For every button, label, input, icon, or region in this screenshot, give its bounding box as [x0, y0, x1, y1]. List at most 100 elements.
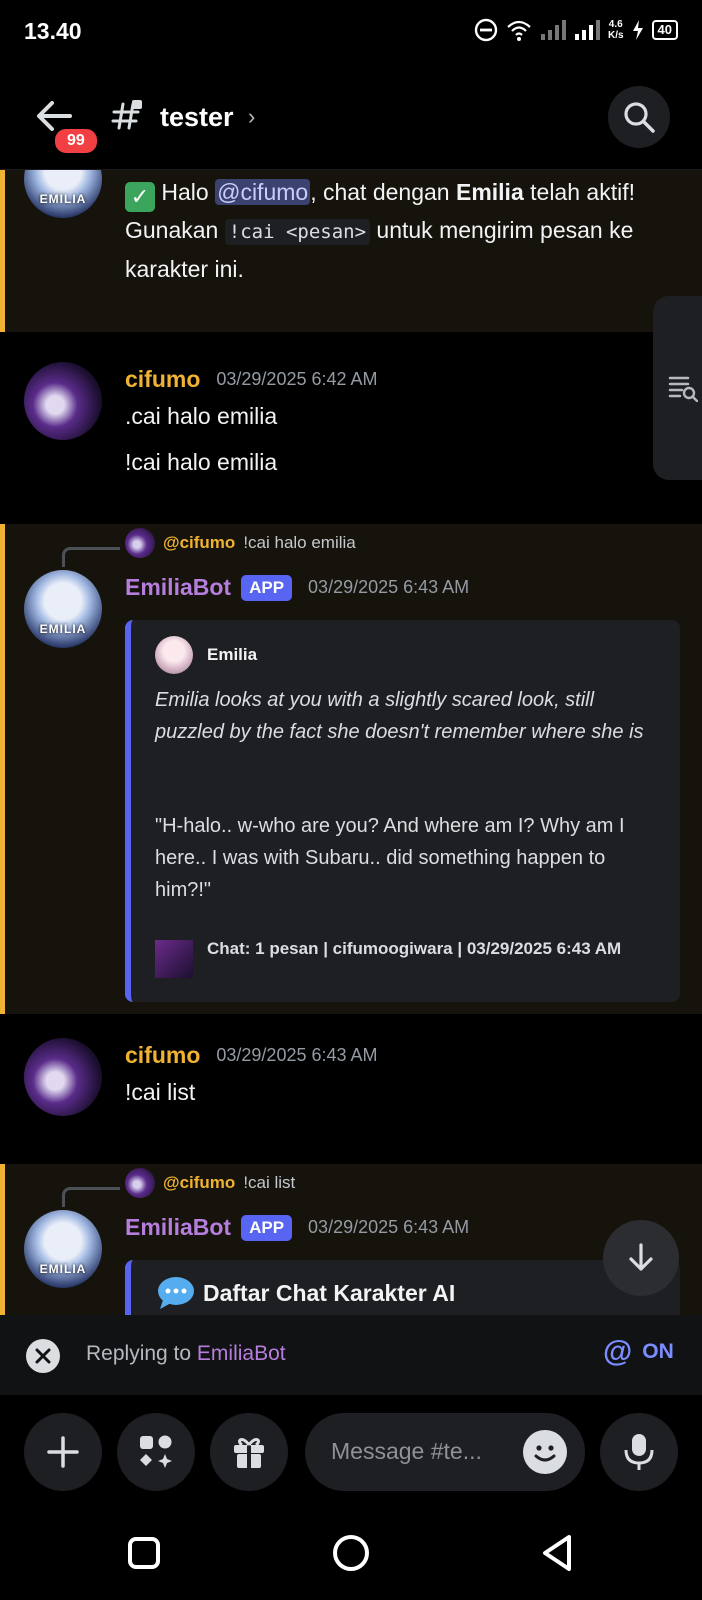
timestamp: 03/29/2025 6:43 AM [216, 1045, 378, 1065]
channel-name[interactable]: tester [160, 102, 234, 133]
embed-author-avatar [155, 636, 193, 674]
message-content: ✓ Halo @cifumo, chat dengan Emilia telah… [125, 174, 685, 288]
members-list-icon [668, 376, 698, 402]
reply-reference[interactable]: @cifumo !cai list [125, 1168, 295, 1198]
user-mention[interactable]: @cifumo [215, 179, 311, 205]
app-tag: APP [241, 574, 293, 601]
mic-icon [624, 1434, 654, 1470]
reply-snippet: !cai halo emilia [243, 533, 356, 552]
at-icon: @ [603, 1335, 633, 1368]
text: telah aktif! [523, 179, 635, 205]
gift-button[interactable] [210, 1413, 288, 1491]
gift-icon [234, 1438, 264, 1468]
net-speed: 4.6 K/s [608, 19, 624, 41]
system-nav-bar [0, 1505, 702, 1600]
message-input[interactable]: Message #te... [305, 1413, 585, 1491]
signal-1-icon [540, 20, 566, 40]
status-icons: 4.6 K/s 40 [474, 16, 678, 44]
status-bar: 13.40 4.6 K/s 40 [0, 0, 702, 64]
apps-button[interactable] [117, 1413, 195, 1491]
inline-code: !cai <pesan> [224, 219, 371, 245]
message-list[interactable]: ✓ Halo @cifumo, chat dengan Emilia telah… [0, 170, 702, 1315]
avatar[interactable] [24, 1038, 102, 1116]
avatar[interactable] [24, 570, 102, 648]
embed-footer: Chat: 1 pesan | cifumoogiwara | 03/29/20… [155, 936, 635, 978]
emoji-face [534, 1445, 556, 1462]
message-input-placeholder: Message #te... [331, 1438, 482, 1464]
triangle-nav-icon[interactable] [535, 1531, 579, 1575]
check-emoji-icon: ✓ [125, 182, 155, 212]
signal-2-icon [574, 20, 600, 40]
embed-author-name: Emilia [207, 645, 258, 664]
reply-connector [62, 1187, 120, 1207]
wifi-icon [507, 20, 531, 41]
timestamp: 03/29/2025 6:43 AM [308, 1217, 470, 1237]
avatar[interactable] [24, 1210, 102, 1288]
message-line: !cai list [125, 1079, 196, 1105]
bold-name: Emilia [455, 179, 524, 205]
plus-icon [47, 1436, 79, 1468]
voice-message-button[interactable] [600, 1413, 678, 1491]
channel-chevron-icon[interactable]: › [248, 104, 255, 130]
avatar[interactable] [24, 170, 102, 218]
message-header: EmiliaBot APP 03/29/2025 6:43 AM [125, 574, 469, 601]
text: Gunakan [125, 217, 225, 243]
reply-snippet: !cai list [243, 1173, 296, 1192]
message-header: cifumo 03/29/2025 6:42 AM [125, 366, 378, 393]
mention-toggle-label: ON [642, 1340, 674, 1363]
status-time: 13.40 [24, 18, 82, 44]
emoji-icon[interactable] [523, 1430, 567, 1474]
apps-icon [140, 1435, 172, 1468]
message-composer: Message #te... [0, 1395, 702, 1505]
message-bot-activation: ✓ Halo @cifumo, chat dengan Emilia telah… [0, 170, 702, 332]
reply-reference[interactable]: @cifumo !cai halo emilia [125, 528, 356, 558]
message-header: cifumo 03/29/2025 6:43 AM [125, 1042, 378, 1069]
message-cifumo-1: cifumo 03/29/2025 6:42 AM .cai halo emil… [0, 332, 702, 514]
attach-button[interactable] [24, 1413, 102, 1491]
replying-prefix: Replying to [86, 1342, 197, 1365]
message-emiliabot-2: @cifumo !cai list EmiliaBot APP 03/29/20… [0, 1164, 702, 1315]
replying-target: EmiliaBot [196, 1342, 286, 1365]
unread-badge: 99 [52, 126, 100, 156]
embed-title: Daftar Chat Karakter AI [157, 1276, 455, 1310]
username[interactable]: cifumo [125, 1042, 200, 1069]
replying-to-text: Replying to EmiliaBot [86, 1342, 286, 1366]
username[interactable]: cifumo [125, 366, 200, 393]
net-speed-unit: K/s [607, 30, 624, 41]
net-speed-value: 4.6 [608, 19, 623, 30]
text: , chat dengan [310, 179, 456, 205]
reply-avatar [125, 528, 155, 558]
speech-bubble-icon [158, 1277, 194, 1309]
search-icon [624, 102, 655, 133]
username[interactable]: EmiliaBot [125, 1214, 231, 1241]
timestamp: 03/29/2025 6:43 AM [308, 577, 470, 597]
embed-footer-icon [155, 940, 193, 978]
dnd-icon [474, 18, 498, 42]
username[interactable]: EmiliaBot [125, 574, 231, 601]
reply-connector [62, 547, 120, 567]
app-tag: APP [241, 1214, 293, 1241]
arrow-down-icon [629, 1243, 653, 1271]
message-cifumo-2: cifumo 03/29/2025 6:43 AM !cai list [0, 1014, 702, 1154]
message-line: !cai halo emilia [125, 449, 278, 475]
battery-level: 40 [651, 20, 678, 40]
search-button[interactable] [608, 86, 670, 148]
avatar[interactable] [24, 362, 102, 440]
embed-title-text: Daftar Chat Karakter AI [203, 1279, 456, 1306]
circle-nav-icon[interactable] [329, 1531, 373, 1575]
reply-username: @cifumo [163, 1173, 236, 1192]
close-icon [35, 1348, 51, 1364]
embed-card: Daftar Chat Karakter AI [125, 1260, 680, 1315]
cancel-reply-button[interactable] [26, 1339, 60, 1373]
message-header: EmiliaBot APP 03/29/2025 6:43 AM [125, 1214, 469, 1241]
charging-icon [632, 20, 643, 40]
channel-header: 99 tester › [0, 64, 702, 170]
embed-author: Emilia [155, 636, 257, 674]
embed-text: "H-halo.. w-who are you? And where am I?… [155, 815, 625, 901]
jump-to-latest-button[interactable] [603, 1220, 679, 1296]
timestamp: 03/29/2025 6:42 AM [216, 369, 378, 389]
mention-toggle[interactable]: @ ON [603, 1337, 674, 1367]
embed-footer-text: Chat: 1 pesan | cifumoogiwara | 03/29/20… [207, 939, 622, 958]
square-nav-icon[interactable] [122, 1531, 166, 1575]
members-list-toggle[interactable] [653, 296, 702, 480]
